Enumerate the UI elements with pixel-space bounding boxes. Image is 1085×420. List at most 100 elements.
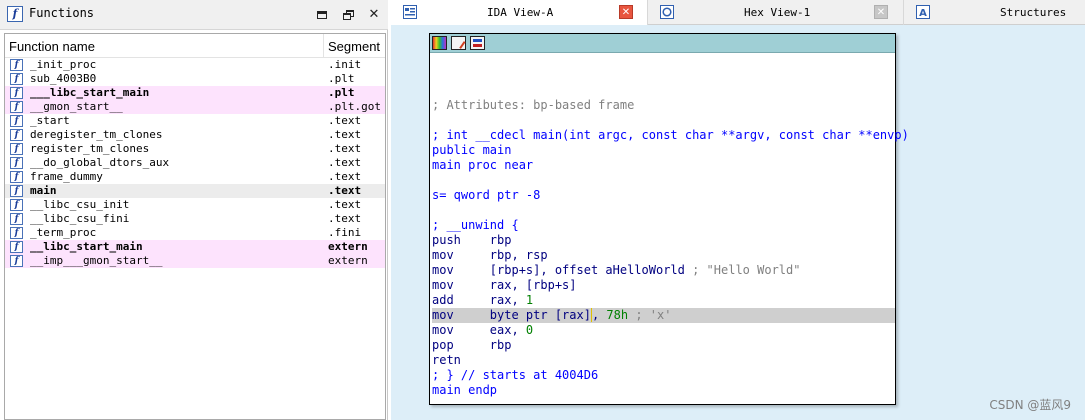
- code-line[interactable]: public main: [432, 143, 895, 158]
- tab-structures[interactable]: A Structures: [903, 0, 1085, 25]
- code-line[interactable]: ; int __cdecl main(int argc, const char …: [432, 128, 909, 143]
- code-line[interactable]: retn: [432, 353, 895, 368]
- function-icon: f: [10, 255, 23, 267]
- code-line[interactable]: mov eax, 0: [432, 323, 895, 338]
- function-segment: .plt: [328, 86, 355, 99]
- code-line[interactable]: [432, 203, 895, 218]
- code-line[interactable]: mov rbp, rsp: [432, 248, 895, 263]
- tab-ida-view-a[interactable]: IDA View-A ✕: [391, 0, 647, 25]
- function-name: __libc_start_main: [30, 240, 143, 253]
- code-line[interactable]: mov [rbp+s], offset aHelloWorld ; "Hello…: [432, 263, 895, 278]
- function-row[interactable]: f __libc_csu_fini .text: [5, 212, 385, 226]
- tab-label: IDA View-A: [487, 6, 554, 19]
- code-token: s= qword ptr -8: [432, 188, 541, 202]
- close-icon[interactable]: ✕: [366, 7, 382, 23]
- code-token: mov: [432, 263, 490, 277]
- column-header-function-name[interactable]: Function name: [9, 39, 95, 54]
- function-name: main: [30, 184, 57, 197]
- code-line[interactable]: ; Attributes: bp-based frame: [432, 98, 895, 113]
- tab-label: Structures: [1000, 6, 1067, 19]
- function-icon: f: [10, 241, 23, 253]
- close-tab-icon[interactable]: ✕: [619, 5, 633, 19]
- function-segment: .text: [328, 128, 362, 141]
- function-segment: .text: [328, 114, 362, 127]
- function-row[interactable]: f __gmon_start__ .plt.got: [5, 100, 385, 114]
- code-token: mov: [432, 248, 490, 262]
- function-row[interactable]: f _init_proc .init: [5, 58, 385, 72]
- function-icon: f: [10, 157, 23, 169]
- code-token: pop: [432, 338, 490, 352]
- code-token: rbp: [489, 338, 512, 352]
- function-row[interactable]: f __libc_start_main extern: [5, 240, 385, 254]
- function-row[interactable]: f __do_global_dtors_aux .text: [5, 156, 385, 170]
- minimize-icon[interactable]: [314, 7, 330, 23]
- function-row[interactable]: f register_tm_clones .text: [5, 142, 385, 156]
- hex-view-icon: [660, 5, 674, 19]
- code-token: [rbp+s], offset aHelloWorld: [489, 263, 685, 277]
- function-name: __do_global_dtors_aux: [30, 156, 170, 169]
- code-token: ; int __cdecl main(int argc, const char …: [432, 128, 909, 142]
- function-name: _term_proc: [30, 226, 97, 239]
- functions-title: Functions: [29, 6, 95, 20]
- function-row[interactable]: f main .text: [5, 184, 385, 198]
- code-line[interactable]: mov rax, [rbp+s]: [432, 278, 895, 293]
- function-segment: .text: [328, 212, 362, 225]
- code-line[interactable]: add rax, 1: [432, 293, 895, 308]
- function-row[interactable]: f _term_proc .fini: [5, 226, 385, 240]
- function-row[interactable]: f ___libc_start_main .plt: [5, 86, 385, 100]
- rename-icon[interactable]: [451, 36, 466, 50]
- function-icon: f: [10, 129, 23, 141]
- functions-titlebar[interactable]: f Functions ✕: [0, 0, 388, 30]
- code-line[interactable]: main endp: [432, 383, 895, 398]
- code-line[interactable]: mov byte ptr [rax], 78h ; 'x': [432, 308, 895, 323]
- function-row[interactable]: f __libc_csu_init .text: [5, 198, 385, 212]
- function-name: frame_dummy: [30, 170, 103, 183]
- function-name: __imp___gmon_start__: [30, 254, 163, 267]
- code-line[interactable]: pop rbp: [432, 338, 895, 353]
- watermark: CSDN @蓝风9: [989, 398, 1071, 412]
- function-segment: .init: [328, 58, 362, 71]
- tab-hex-view-1[interactable]: Hex View-1 ✕: [647, 0, 903, 25]
- code-token: main proc near: [432, 158, 534, 172]
- function-name: deregister_tm_clones: [30, 128, 163, 141]
- code-line[interactable]: main proc near: [432, 158, 895, 173]
- function-row[interactable]: f sub_4003B0 .plt: [5, 72, 385, 86]
- code-line[interactable]: ; __unwind {: [432, 218, 895, 233]
- code-line[interactable]: s= qword ptr -8: [432, 188, 895, 203]
- column-header-segment[interactable]: Segment: [328, 39, 380, 54]
- function-icon: f: [10, 213, 23, 225]
- code-line[interactable]: [432, 173, 895, 188]
- code-line[interactable]: push rbp: [432, 233, 895, 248]
- function-row[interactable]: f deregister_tm_clones .text: [5, 128, 385, 142]
- code-token: mov: [432, 308, 490, 322]
- ida-view-icon: [403, 5, 417, 19]
- code-line[interactable]: [432, 113, 895, 128]
- main-view-area: IDA View-A ✕ Hex View-1 ✕ A Structures ;…: [391, 0, 1085, 420]
- function-name: __gmon_start__: [30, 100, 123, 113]
- function-icon: f: [10, 185, 23, 197]
- function-icon: f: [7, 6, 23, 22]
- function-row[interactable]: f __imp___gmon_start__ extern: [5, 254, 385, 268]
- graph-node-header[interactable]: [430, 34, 895, 53]
- function-row[interactable]: f frame_dummy .text: [5, 170, 385, 184]
- code-token: ,: [591, 308, 607, 322]
- code-line[interactable]: [432, 83, 895, 98]
- function-name: register_tm_clones: [30, 142, 150, 155]
- function-row[interactable]: f _start .text: [5, 114, 385, 128]
- function-name: sub_4003B0: [30, 72, 97, 85]
- function-segment: .fini: [328, 226, 362, 239]
- code-token: ; "Hello World": [684, 263, 801, 277]
- function-icon: f: [10, 115, 23, 127]
- disassembly-listing[interactable]: ; Attributes: bp-based frame ; int __cde…: [432, 83, 909, 398]
- group-nodes-icon[interactable]: [470, 36, 485, 50]
- code-line[interactable]: ; } // starts at 4004D6: [432, 368, 895, 383]
- restore-icon[interactable]: [341, 7, 357, 23]
- column-divider[interactable]: [323, 34, 324, 58]
- code-token: public main: [432, 143, 512, 157]
- close-tab-icon[interactable]: ✕: [874, 5, 888, 19]
- function-name: ___libc_start_main: [30, 86, 150, 99]
- color-palette-icon[interactable]: [432, 36, 447, 50]
- function-icon: f: [10, 199, 23, 211]
- graph-node-main[interactable]: ; Attributes: bp-based frame ; int __cde…: [429, 33, 909, 405]
- function-segment: extern: [328, 254, 368, 267]
